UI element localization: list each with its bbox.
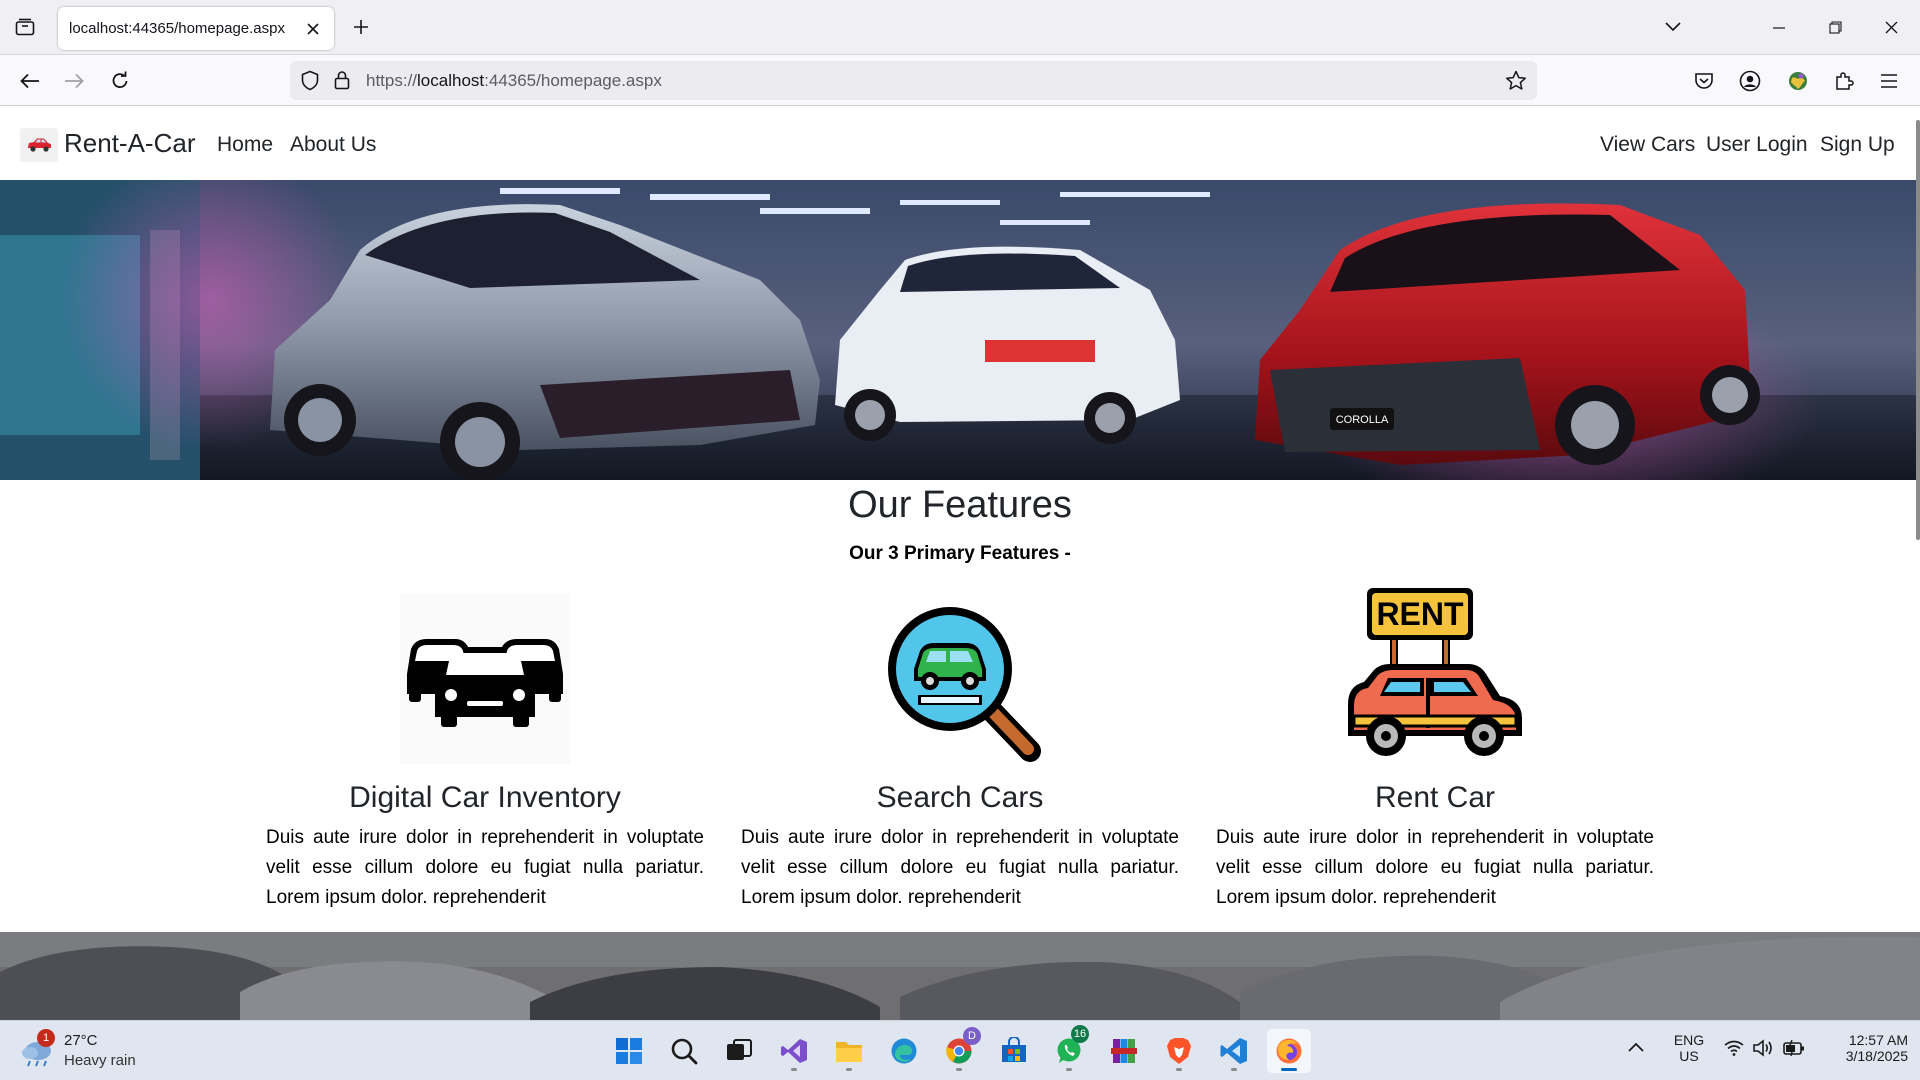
new-tab-icon[interactable]	[348, 14, 374, 40]
chrome-icon[interactable]: D	[937, 1027, 981, 1073]
car-fleet-icon	[266, 586, 704, 771]
url-path: :44365/homepage.aspx	[484, 71, 662, 90]
chrome-profile-badge: D	[963, 1027, 981, 1045]
microsoft-store-icon[interactable]	[992, 1029, 1036, 1073]
feature-title: Rent Car	[1374, 781, 1496, 814]
forward-arrow-icon[interactable]	[58, 66, 90, 96]
running-indicator	[1231, 1068, 1237, 1071]
language-code: ENG	[1673, 1032, 1705, 1048]
url-text[interactable]: https://localhost:44365/homepage.aspx	[366, 71, 662, 91]
minimize-icon[interactable]	[1751, 0, 1807, 55]
feature-description: Duis aute irure dolor in reprehenderit i…	[1216, 827, 1654, 908]
extensions-puzzle-icon[interactable]	[1828, 66, 1860, 96]
site-navbar: Rent-A-Car Home About Us View Cars User …	[0, 106, 1920, 180]
hero-banner-image: COROLLA	[0, 180, 1920, 480]
firefox-icon[interactable]	[1267, 1029, 1311, 1073]
browser-navigation-bar: https://localhost:44365/homepage.aspx	[0, 55, 1920, 106]
nav-sign-up-link[interactable]: Sign Up	[1820, 133, 1895, 157]
nav-home-link[interactable]: Home	[217, 133, 273, 157]
browser-tab-active[interactable]: localhost:44365/homepage.aspx	[58, 7, 334, 50]
restore-icon[interactable]	[1807, 0, 1863, 55]
plate-text: COROLLA	[1336, 414, 1389, 426]
feature-title: Digital Car Inventory	[349, 781, 621, 814]
start-windows-icon[interactable]	[607, 1029, 651, 1073]
winrar-icon[interactable]	[1102, 1029, 1146, 1073]
running-indicator	[1066, 1068, 1072, 1071]
chevron-down-icon[interactable]	[1660, 14, 1686, 40]
wifi-icon[interactable]	[1724, 1040, 1744, 1061]
list-all-tabs-icon[interactable]	[12, 14, 38, 40]
show-hidden-icons-chevron-icon[interactable]	[1628, 1039, 1644, 1057]
bookmark-star-icon[interactable]	[1505, 70, 1527, 96]
clock-time: 12:57 AM	[1848, 1032, 1908, 1048]
weather-temperature: 27°C	[64, 1032, 98, 1049]
menu-icon[interactable]	[1873, 66, 1905, 96]
feature-description: Duis aute irure dolor in reprehenderit i…	[266, 827, 704, 908]
windows-taskbar: 1 27°C Heavy rain D 16 ENG US 12:57 AM 3…	[0, 1020, 1920, 1080]
shield-icon[interactable]	[300, 70, 320, 96]
running-indicator	[791, 1068, 797, 1071]
running-indicator	[1176, 1068, 1182, 1071]
battery-charging-icon[interactable]	[1783, 1039, 1805, 1061]
close-tab-icon[interactable]	[298, 14, 328, 44]
weather-badge: 1	[37, 1029, 55, 1047]
car-logo-icon[interactable]	[20, 128, 58, 162]
file-explorer-icon[interactable]	[827, 1029, 871, 1073]
brave-browser-icon[interactable]	[1157, 1029, 1201, 1073]
features-heading: Our Features	[848, 484, 1072, 526]
url-scheme: https://	[366, 71, 418, 90]
rent-sign-text: RENT	[1376, 596, 1464, 632]
tab-title: localhost:44365/homepage.aspx	[69, 20, 285, 37]
car-lot-background-image	[0, 932, 1920, 1020]
task-view-icon[interactable]	[717, 1029, 761, 1073]
weather-widget[interactable]: 1 27°C Heavy rain	[20, 1029, 160, 1073]
search-icon[interactable]	[662, 1029, 706, 1073]
language-indicator[interactable]: ENG US	[1666, 1032, 1712, 1064]
brand-name[interactable]: Rent-A-Car	[64, 128, 195, 159]
rent-car-icon: RENT	[1216, 586, 1654, 771]
running-indicator	[956, 1068, 962, 1071]
weather-condition: Heavy rain	[64, 1052, 136, 1069]
clock[interactable]: 12:57 AM 3/18/2025	[1818, 1032, 1908, 1064]
nav-user-login-link[interactable]: User Login	[1706, 133, 1808, 157]
close-window-icon[interactable]	[1863, 0, 1919, 55]
whatsapp-badge: 16	[1071, 1025, 1089, 1043]
lock-icon[interactable]	[334, 70, 350, 95]
web-page: Rent-A-Car Home About Us View Cars User …	[0, 106, 1920, 1020]
active-app-indicator	[1281, 1068, 1297, 1071]
back-arrow-icon[interactable]	[14, 66, 46, 96]
features-subheading: Our 3 Primary Features -	[849, 543, 1071, 564]
region-code: US	[1679, 1048, 1699, 1064]
nav-about-link[interactable]: About Us	[290, 133, 376, 157]
reload-icon[interactable]	[104, 66, 136, 96]
feature-description: Duis aute irure dolor in reprehenderit i…	[741, 827, 1179, 908]
browser-tab-strip: localhost:44365/homepage.aspx	[0, 0, 1920, 55]
running-indicator	[846, 1068, 852, 1071]
pocket-icon[interactable]	[1688, 66, 1720, 96]
feature-card-rent: RENT Rent Car Duis aute irure dolor in r…	[1216, 586, 1654, 913]
feature-card-inventory: Digital Car Inventory Duis aute irure do…	[266, 586, 704, 913]
visual-studio-icon[interactable]	[772, 1029, 816, 1073]
url-host: localhost	[417, 71, 485, 90]
feature-card-search: Search Cars Duis aute irure dolor in rep…	[741, 586, 1179, 913]
edge-browser-icon[interactable]	[882, 1029, 926, 1073]
page-scrollbar[interactable]	[1916, 120, 1920, 540]
vscode-icon[interactable]	[1212, 1029, 1256, 1073]
volume-icon[interactable]	[1753, 1039, 1773, 1062]
clock-date: 3/18/2025	[1845, 1048, 1908, 1064]
feature-title: Search Cars	[876, 781, 1044, 814]
extension-globe-icon[interactable]	[1782, 66, 1814, 96]
nav-view-cars-link[interactable]: View Cars	[1600, 133, 1695, 157]
account-icon[interactable]	[1734, 66, 1766, 96]
search-car-icon	[741, 586, 1179, 771]
url-bar[interactable]: https://localhost:44365/homepage.aspx	[290, 61, 1537, 100]
whatsapp-icon[interactable]: 16	[1047, 1025, 1091, 1073]
